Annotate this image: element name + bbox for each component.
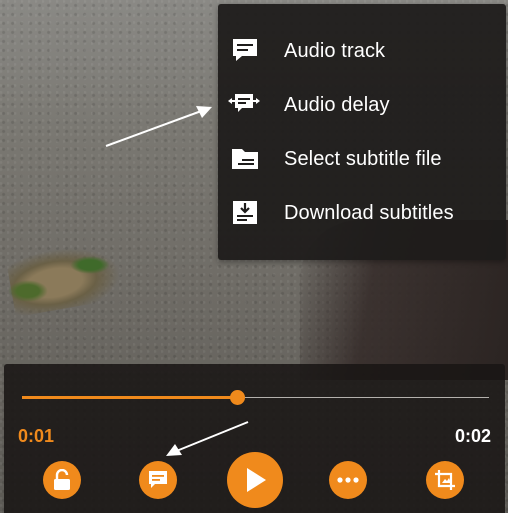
play-button[interactable]	[227, 452, 283, 508]
audio-delay-icon	[228, 91, 260, 119]
video-leaf	[5, 238, 125, 318]
menu-item-label: Audio track	[284, 40, 386, 62]
crop-button[interactable]	[426, 461, 464, 499]
menu-item-label: Download subtitles	[284, 202, 454, 224]
lock-button[interactable]	[43, 461, 81, 499]
player-controls: 0:01 0:02	[4, 364, 505, 513]
time-elapsed: 0:01	[18, 426, 55, 446]
menu-item-audio-track[interactable]: Audio track	[218, 24, 506, 78]
download-subtitles-icon	[230, 199, 260, 227]
more-options-button[interactable]	[329, 461, 367, 499]
crop-icon	[435, 470, 455, 490]
audio-track-icon	[230, 37, 260, 65]
lock-icon	[54, 469, 70, 490]
audio-subtitle-menu: Audio track Audio delay Select subtitle …	[218, 4, 506, 260]
menu-item-label: Select subtitle file	[284, 148, 442, 170]
time-total: 0:02	[454, 426, 491, 446]
play-icon	[247, 468, 266, 492]
menu-item-select-subtitle-file[interactable]: Select subtitle file	[218, 132, 506, 186]
subtitles-icon	[149, 471, 167, 488]
folder-subtitle-icon	[230, 145, 260, 173]
menu-item-download-subtitles[interactable]: Download subtitles	[218, 186, 506, 240]
menu-item-audio-delay[interactable]: Audio delay	[218, 78, 506, 132]
menu-item-label: Audio delay	[284, 94, 390, 116]
seek-bar-thumb[interactable]	[229, 390, 245, 405]
video-leaf-green	[8, 280, 48, 302]
subtitles-button[interactable]	[139, 461, 177, 499]
seek-bar-progress	[22, 396, 237, 399]
video-leaf-green-2	[70, 256, 110, 274]
more-horizontal-icon	[337, 477, 359, 483]
